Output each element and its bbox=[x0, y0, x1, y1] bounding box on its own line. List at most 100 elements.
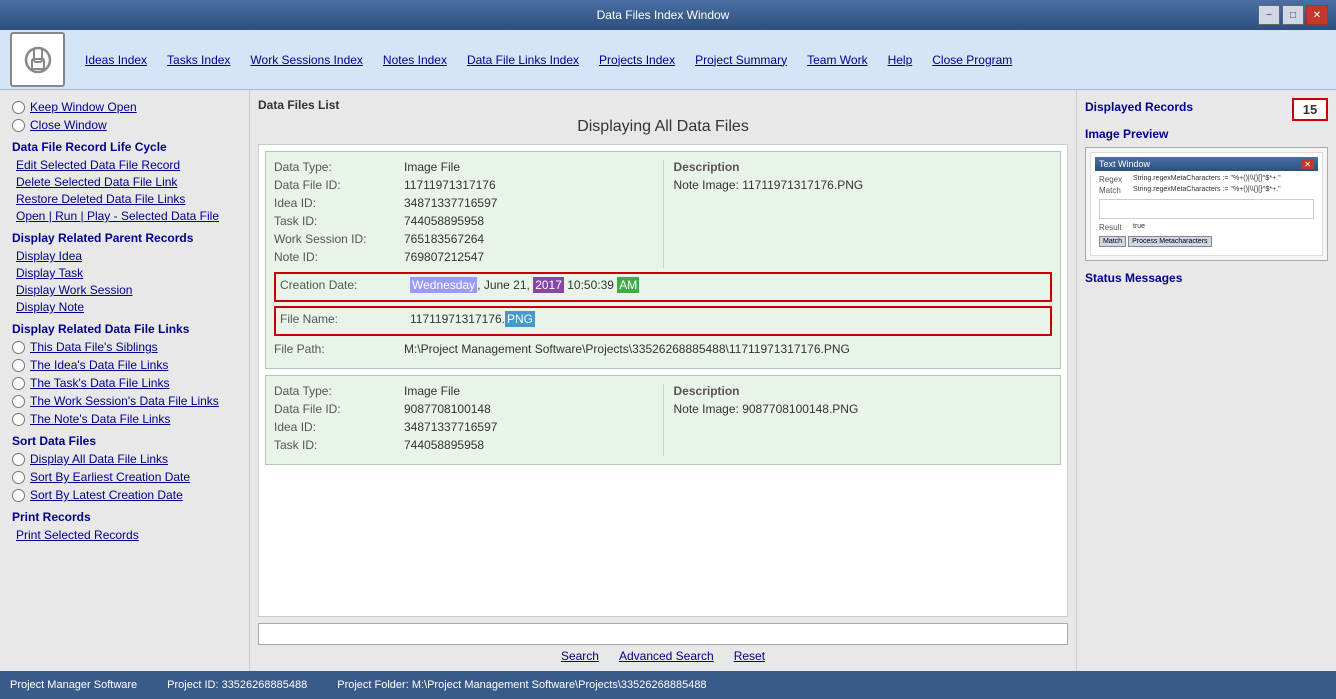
delete-selected-data-file-link[interactable]: Delete Selected Data File Link bbox=[12, 175, 237, 189]
display-related-data-file-links-title: Display Related Data File Links bbox=[12, 322, 237, 336]
data-type-label-2: Data Type: bbox=[274, 384, 404, 398]
menu-notes-index[interactable]: Notes Index bbox=[373, 49, 457, 71]
data-type-value-2: Image File bbox=[404, 384, 460, 398]
process-metacharacters-button[interactable]: Process Metacharacters bbox=[1128, 236, 1211, 247]
app-logo bbox=[10, 32, 65, 87]
app-name: Project Manager Software bbox=[10, 679, 137, 691]
idea-links-label[interactable]: The Idea's Data File Links bbox=[30, 358, 168, 372]
idea-links-radio[interactable] bbox=[12, 359, 25, 372]
work-session-id-value-1: 765183567264 bbox=[404, 232, 484, 246]
file-name-row: File Name: 11711971317176.PNG bbox=[280, 312, 1046, 326]
preview-buttons: Match Process Metacharacters bbox=[1099, 236, 1314, 247]
search-link[interactable]: Search bbox=[561, 649, 599, 663]
displaying-title: Displaying All Data Files bbox=[258, 118, 1068, 136]
display-note[interactable]: Display Note bbox=[12, 300, 237, 314]
display-task[interactable]: Display Task bbox=[12, 266, 237, 280]
search-links: Search Advanced Search Reset bbox=[258, 649, 1068, 663]
displayed-records-title: Displayed Records bbox=[1085, 100, 1193, 114]
menu-data-file-links-index[interactable]: Data File Links Index bbox=[457, 49, 589, 71]
field-task-id-1: Task ID: 744058895958 bbox=[274, 214, 653, 228]
record-fields-1: Data Type: Image File Data File ID: 1171… bbox=[274, 160, 1052, 268]
preview-window-title: Text Window bbox=[1099, 159, 1150, 169]
idea-file-links-item: The Idea's Data File Links bbox=[12, 358, 237, 372]
field-work-session-id-1: Work Session ID: 765183567264 bbox=[274, 232, 653, 246]
open-run-play-selected[interactable]: Open | Run | Play - Selected Data File bbox=[12, 209, 237, 223]
display-related-parent-title: Display Related Parent Records bbox=[12, 231, 237, 245]
sort-latest-radio[interactable] bbox=[12, 489, 25, 502]
field-idea-id-1: Idea ID: 34871337716597 bbox=[274, 196, 653, 210]
menu-work-sessions-index[interactable]: Work Sessions Index bbox=[240, 49, 373, 71]
ws-links-radio[interactable] bbox=[12, 395, 25, 408]
highlighted-file-name: File Name: 11711971317176.PNG bbox=[274, 306, 1052, 336]
sort-earliest-radio[interactable] bbox=[12, 471, 25, 484]
note-links-radio[interactable] bbox=[12, 413, 25, 426]
field-note-id-1: Note ID: 769807212547 bbox=[274, 250, 653, 264]
window-title: Data Files Index Window bbox=[68, 8, 1258, 22]
print-selected-records[interactable]: Print Selected Records bbox=[12, 528, 237, 542]
siblings-radio[interactable] bbox=[12, 341, 25, 354]
menu-close-program[interactable]: Close Program bbox=[922, 49, 1022, 71]
ws-links-label[interactable]: The Work Session's Data File Links bbox=[30, 394, 219, 408]
display-idea[interactable]: Display Idea bbox=[12, 249, 237, 263]
all-links-radio[interactable] bbox=[12, 453, 25, 466]
menu-team-work[interactable]: Team Work bbox=[797, 49, 877, 71]
menu-items: Ideas Index Tasks Index Work Sessions In… bbox=[75, 49, 1022, 71]
file-name-base: 11711971317176. bbox=[410, 312, 505, 326]
preview-close-btn[interactable]: ✕ bbox=[1301, 159, 1314, 169]
search-input[interactable] bbox=[258, 623, 1068, 645]
preview-result-label: Result bbox=[1099, 223, 1129, 232]
siblings-label[interactable]: This Data File's Siblings bbox=[30, 340, 158, 354]
all-links-label[interactable]: Display All Data File Links bbox=[30, 452, 168, 466]
data-type-label-1: Data Type: bbox=[274, 160, 404, 174]
menu-projects-index[interactable]: Projects Index bbox=[589, 49, 685, 71]
sort-latest-label[interactable]: Sort By Latest Creation Date bbox=[30, 488, 183, 502]
advanced-search-link[interactable]: Advanced Search bbox=[619, 649, 714, 663]
restore-button[interactable]: □ bbox=[1282, 5, 1304, 25]
record-card-1[interactable]: Data Type: Image File Data File ID: 1171… bbox=[265, 151, 1061, 369]
menu-ideas-index[interactable]: Ideas Index bbox=[75, 49, 157, 71]
close-window-radio[interactable] bbox=[12, 119, 25, 132]
preview-title-bar: Text Window ✕ bbox=[1095, 157, 1318, 171]
display-work-session[interactable]: Display Work Session bbox=[12, 283, 237, 297]
reset-link[interactable]: Reset bbox=[734, 649, 765, 663]
sort-earliest-item: Sort By Earliest Creation Date bbox=[12, 470, 237, 484]
task-links-radio[interactable] bbox=[12, 377, 25, 390]
field-data-file-id-2: Data File ID: 9087708100148 bbox=[274, 402, 653, 416]
keep-window-open-label[interactable]: Keep Window Open bbox=[30, 100, 137, 114]
menu-project-summary[interactable]: Project Summary bbox=[685, 49, 797, 71]
sort-earliest-label[interactable]: Sort By Earliest Creation Date bbox=[30, 470, 190, 484]
search-bar: Search Advanced Search Reset bbox=[258, 623, 1068, 663]
image-preview-box: Text Window ✕ Regex String.regexMetaChar… bbox=[1085, 147, 1328, 261]
description-label-1: Description bbox=[674, 160, 1053, 174]
note-id-value-1: 769807212547 bbox=[404, 250, 484, 264]
records-scroll[interactable]: Data Type: Image File Data File ID: 1171… bbox=[258, 144, 1068, 617]
creation-date-row: Creation Date: Wednesday, June 21, 2017 … bbox=[280, 278, 1046, 292]
task-links-label[interactable]: The Task's Data File Links bbox=[30, 376, 169, 390]
main-layout: Keep Window Open Close Window Data File … bbox=[0, 90, 1336, 671]
close-window-label[interactable]: Close Window bbox=[30, 118, 107, 132]
keep-window-open-radio[interactable] bbox=[12, 101, 25, 114]
restore-deleted-data-file-links[interactable]: Restore Deleted Data File Links bbox=[12, 192, 237, 206]
close-button[interactable]: ✕ bbox=[1306, 5, 1328, 25]
edit-selected-data-file-record[interactable]: Edit Selected Data File Record bbox=[12, 158, 237, 172]
menu-tasks-index[interactable]: Tasks Index bbox=[157, 49, 240, 71]
status-messages-title: Status Messages bbox=[1085, 271, 1328, 285]
match-button[interactable]: Match bbox=[1099, 236, 1126, 247]
note-links-label[interactable]: The Note's Data File Links bbox=[30, 412, 170, 426]
minimize-button[interactable]: − bbox=[1258, 5, 1280, 25]
preview-result-value: true bbox=[1133, 223, 1145, 232]
file-name-value: 11711971317176.PNG bbox=[410, 312, 535, 326]
menu-help[interactable]: Help bbox=[878, 49, 923, 71]
image-preview-title: Image Preview bbox=[1085, 127, 1328, 141]
right-panel: Displayed Records 15 Image Preview Text … bbox=[1076, 90, 1336, 671]
record-right-2: Description Note Image: 9087708100148.PN… bbox=[663, 384, 1053, 456]
field-idea-id-2: Idea ID: 34871337716597 bbox=[274, 420, 653, 434]
file-name-ext: PNG bbox=[505, 311, 535, 327]
status-bar: Project Manager Software Project ID: 335… bbox=[0, 671, 1336, 699]
task-id-value-2: 744058895958 bbox=[404, 438, 484, 452]
title-bar: Data Files Index Window − □ ✕ bbox=[0, 0, 1336, 30]
creation-date-value: Wednesday, June 21, 2017 10:50:39 AM bbox=[410, 278, 639, 292]
record-card-2[interactable]: Data Type: Image File Data File ID: 9087… bbox=[265, 375, 1061, 465]
preview-result-row: Result true bbox=[1099, 223, 1314, 232]
print-records-title: Print Records bbox=[12, 510, 237, 524]
